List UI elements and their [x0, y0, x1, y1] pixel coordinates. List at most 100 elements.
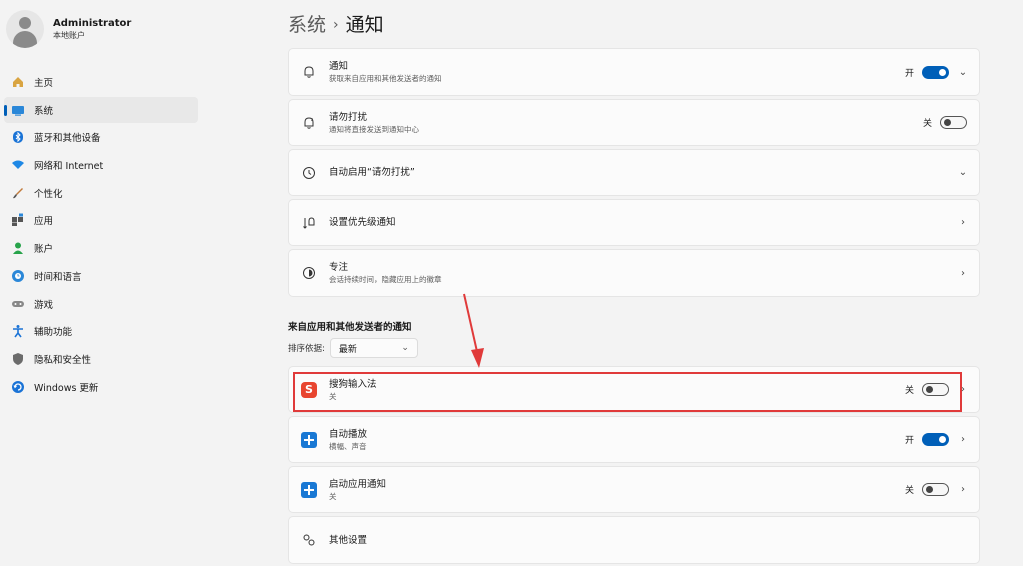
sidebar-item-home[interactable]: 主页 — [4, 69, 198, 95]
brush-icon — [11, 186, 25, 200]
notifications-toggle[interactable] — [922, 65, 949, 79]
chevron-right-icon: › — [961, 484, 965, 495]
chevron-right-icon: › — [961, 384, 965, 395]
notifications-title: 通知 — [329, 61, 349, 72]
annotation-arrow — [463, 293, 484, 368]
app-title: 搜狗输入法 — [329, 378, 377, 390]
sidebar-item-label: 隐私和安全性 — [34, 354, 92, 366]
sidebar-item-label: 辅助功能 — [34, 327, 73, 339]
home-icon — [11, 75, 25, 89]
priority-card[interactable]: 设置优先级通知 › — [288, 199, 980, 246]
profile-account-type: 本地账户 — [53, 31, 85, 40]
shield-icon — [11, 352, 25, 366]
app-state: 关 — [904, 486, 914, 496]
app-row-sogou[interactable]: S 搜狗输入法 关 关 › — [288, 366, 980, 413]
sidebar-item-label: 时间和语言 — [34, 271, 82, 283]
avatar — [6, 10, 44, 48]
app-row-startup[interactable]: 启动应用通知 关 关 › — [288, 466, 980, 513]
sidebar-item-label: 主页 — [34, 78, 54, 89]
bell-icon — [301, 64, 317, 80]
focus-title: 专注 — [329, 262, 349, 273]
notifications-description: 获取来自应用和其他发送者的通知 — [329, 74, 442, 83]
chevron-right-icon: › — [961, 434, 965, 445]
sidebar-item-system[interactable]: 系统 — [4, 96, 198, 123]
profile[interactable]: Administrator 本地账户 — [6, 10, 131, 48]
sidebar-item-label: 网络和 Internet — [34, 161, 104, 173]
globe-clock-icon — [11, 269, 25, 283]
account-icon — [11, 241, 25, 255]
sogou-app-icon: S — [301, 381, 317, 398]
sidebar-item-label: 账户 — [34, 244, 54, 256]
sidebar: Administrator 本地账户 主页 系统 蓝牙和其他设备 网络和 Int… — [0, 0, 205, 566]
system-icon — [11, 103, 25, 117]
sidebar-item-accessibility[interactable]: 辅助功能 — [4, 318, 198, 344]
bell-snooze-icon: z — [301, 115, 317, 131]
app-row-autoplay[interactable]: 自动播放 横幅、声音 开 › — [288, 416, 980, 463]
notifications-state: 开 — [904, 68, 914, 79]
sidebar-item-gaming[interactable]: 游戏 — [4, 291, 198, 317]
do-not-disturb-card: z 请勿打扰 通知将直接发送到通知中心 关 — [288, 99, 980, 146]
chevron-right-icon: › — [961, 217, 965, 228]
focus-description: 会话持续时间，隐藏应用上的徽章 — [329, 275, 442, 284]
breadcrumb-separator: › — [333, 17, 339, 33]
startup-toggle[interactable] — [922, 483, 949, 496]
sidebar-item-bluetooth[interactable]: 蓝牙和其他设备 — [4, 124, 198, 150]
sidebar-item-label: 游戏 — [34, 299, 54, 311]
accessibility-icon — [11, 324, 25, 338]
dnd-description: 通知将直接发送到通知中心 — [329, 124, 419, 134]
other-settings-card[interactable]: 其他设置 — [288, 516, 980, 564]
wifi-icon — [11, 158, 25, 172]
bluetooth-icon — [11, 130, 25, 144]
sidebar-item-apps[interactable]: 应用 — [4, 207, 198, 233]
sidebar-item-privacy[interactable]: 隐私和安全性 — [4, 346, 198, 372]
gamepad-icon — [11, 297, 25, 311]
sort-label: 排序依据: — [288, 344, 325, 354]
chevron-down-icon: ⌄ — [401, 343, 409, 353]
auto-dnd-title: 自动启用“请勿打扰” — [329, 167, 415, 178]
chevron-down-icon[interactable]: ⌄ — [957, 167, 969, 178]
app-title: 启动应用通知 — [329, 478, 387, 490]
svg-text:z: z — [311, 117, 313, 122]
page-title: 通知 — [345, 14, 384, 36]
chevron-down-icon[interactable]: ⌄ — [957, 67, 969, 78]
profile-name: Administrator — [53, 18, 132, 29]
sidebar-item-label: 应用 — [34, 216, 54, 228]
sort-control: 排序依据: 最新 ⌄ — [288, 338, 418, 358]
sort-value: 最新 — [338, 344, 357, 355]
sidebar-nav: 主页 系统 蓝牙和其他设备 网络和 Internet 个性化 应用 账户 时间和… — [4, 69, 198, 401]
other-settings-title: 其他设置 — [329, 534, 368, 546]
breadcrumb-parent[interactable]: 系统 — [288, 14, 326, 36]
sidebar-item-time-language[interactable]: 时间和语言 — [4, 263, 198, 289]
sidebar-item-label: 个性化 — [34, 188, 63, 200]
dnd-title: 请勿打扰 — [329, 111, 368, 123]
sidebar-item-personalization[interactable]: 个性化 — [4, 180, 198, 206]
app-description: 关 — [329, 391, 337, 401]
app-state: 关 — [904, 386, 914, 396]
sort-dropdown[interactable]: 最新 ⌄ — [329, 338, 418, 358]
sidebar-item-label: 蓝牙和其他设备 — [34, 133, 101, 145]
startup-app-icon — [301, 481, 317, 498]
apps-icon — [11, 213, 25, 227]
app-title: 自动播放 — [329, 428, 368, 440]
priority-icon — [301, 215, 317, 231]
focus-card[interactable]: 专注 会话持续时间，隐藏应用上的徽章 › — [288, 249, 980, 297]
priority-title: 设置优先级通知 — [329, 217, 396, 228]
sidebar-item-network[interactable]: 网络和 Internet — [4, 152, 198, 178]
sidebar-item-accounts[interactable]: 账户 — [4, 235, 198, 261]
app-state: 开 — [904, 436, 914, 446]
app-notifications-heading: 来自应用和其他发送者的通知 — [288, 322, 412, 333]
autoplay-toggle[interactable] — [922, 433, 949, 446]
sidebar-item-windows-update[interactable]: Windows 更新 — [4, 374, 198, 400]
notifications-card[interactable]: 通知 获取来自应用和其他发送者的通知 开 ⌄ — [288, 48, 980, 96]
sidebar-item-label: Windows 更新 — [34, 382, 99, 394]
gears-icon — [301, 532, 317, 548]
chevron-right-icon: › — [961, 267, 965, 279]
app-description: 横幅、声音 — [329, 441, 367, 451]
autoplay-app-icon — [301, 431, 317, 448]
sogou-toggle[interactable] — [922, 383, 949, 396]
dnd-toggle[interactable] — [940, 116, 967, 129]
breadcrumb: 系统 › 通知 — [288, 10, 384, 37]
dnd-state: 关 — [922, 119, 932, 129]
auto-dnd-card[interactable]: 自动启用“请勿打扰” ⌄ — [288, 149, 980, 196]
clock-icon — [301, 165, 317, 181]
